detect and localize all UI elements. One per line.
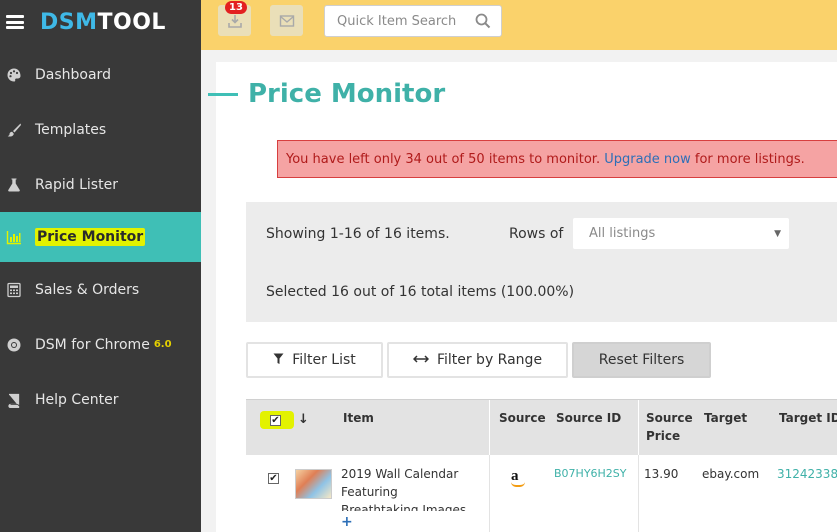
- amazon-smile-icon: [511, 482, 525, 487]
- rows-of-label: Rows of: [509, 226, 564, 242]
- select-all-checkbox[interactable]: ✔: [270, 415, 281, 426]
- expand-plus-icon[interactable]: +: [341, 514, 353, 530]
- quick-item-search[interactable]: [324, 5, 502, 37]
- sidebar-item-label: Templates: [35, 121, 107, 138]
- sidebar: DSMTOOL Dashboard Templates Rapid Lister: [0, 0, 201, 532]
- filter-list-label: Filter List: [292, 352, 356, 368]
- source-id-link[interactable]: B07HY6H2SY: [554, 465, 627, 483]
- filter-by-range-button[interactable]: Filter by Range: [387, 342, 568, 378]
- upgrade-now-link[interactable]: Upgrade now: [604, 152, 691, 167]
- reset-filters-button[interactable]: Reset Filters: [572, 342, 711, 378]
- chrome-icon: [6, 337, 22, 353]
- sidebar-item-sales-orders[interactable]: Sales & Orders: [0, 262, 201, 317]
- page-title-row: Price Monitor: [208, 79, 445, 109]
- sort-arrow-icon[interactable]: ↓: [298, 411, 309, 429]
- hamburger-menu-icon[interactable]: [6, 15, 24, 29]
- filter-icon: [273, 353, 284, 368]
- reset-filters-label: Reset Filters: [598, 352, 685, 368]
- column-divider: [638, 400, 639, 456]
- target-value: ebay.com: [702, 467, 760, 481]
- search-icon[interactable]: [475, 13, 491, 29]
- item-title-line2[interactable]: Featuring: [341, 483, 398, 501]
- sidebar-item-label: DSM for Chrome: [35, 336, 150, 353]
- sidebar-item-label: Help Center: [35, 391, 119, 408]
- logo-part-tool: TOOL: [97, 9, 166, 35]
- download-button[interactable]: 13: [218, 1, 251, 36]
- column-header-source-id[interactable]: Source ID: [556, 409, 621, 427]
- sidebar-item-dsm-for-chrome[interactable]: DSM for Chrome 6.0: [0, 317, 201, 372]
- sidebar-item-label: Rapid Lister: [35, 176, 118, 193]
- item-thumbnail[interactable]: [295, 469, 332, 499]
- bar-chart-icon: [6, 229, 22, 245]
- listing-summary-panel: Showing 1-16 of 16 items. Rows of All li…: [246, 202, 837, 322]
- topbar: 13: [201, 0, 837, 50]
- filter-list-button[interactable]: Filter List: [246, 342, 383, 378]
- column-divider: [489, 400, 490, 456]
- caret-down-icon: ▼: [774, 228, 781, 239]
- envelope-icon: [279, 14, 294, 27]
- sidebar-nav: Dashboard Templates Rapid Lister Price M…: [0, 47, 201, 427]
- sidebar-item-rapid-lister[interactable]: Rapid Lister: [0, 157, 201, 212]
- search-input[interactable]: [337, 13, 475, 29]
- table-row: ✔ 2019 Wall Calendar Featuring Breathtak…: [246, 455, 837, 532]
- column-header-source[interactable]: Source: [499, 409, 546, 427]
- column-header-item[interactable]: Item: [343, 409, 374, 427]
- horizontal-arrows-icon: [412, 353, 429, 367]
- alert-text-before: You have left only 34 out of 50 items to…: [286, 151, 605, 167]
- title-accent-line: [208, 92, 238, 96]
- row-checkbox[interactable]: ✔: [268, 473, 279, 484]
- sidebar-item-label: Sales & Orders: [35, 281, 140, 298]
- rows-of-select-value: All listings: [589, 226, 656, 241]
- sidebar-item-label: Price Monitor: [35, 228, 146, 246]
- brush-icon: [6, 122, 22, 138]
- column-divider: [638, 455, 639, 532]
- item-title-line1[interactable]: 2019 Wall Calendar: [341, 465, 458, 483]
- showing-count-text: Showing 1-16 of 16 items.: [266, 226, 450, 242]
- column-divider: [489, 455, 490, 532]
- page-title: Price Monitor: [248, 79, 446, 109]
- messages-button[interactable]: [270, 5, 303, 36]
- sidebar-item-help-center[interactable]: Help Center: [0, 372, 201, 427]
- version-badge: 6.0: [153, 339, 172, 350]
- logo-bar: DSMTOOL: [0, 0, 201, 44]
- book-icon: [6, 392, 22, 408]
- column-header-source-price-line1[interactable]: Source: [646, 409, 693, 427]
- column-header-target[interactable]: Target: [704, 409, 747, 427]
- alert-text-after: for more listings.: [690, 151, 805, 167]
- upgrade-alert: You have left only 34 out of 50 items to…: [277, 140, 837, 178]
- target-id-link[interactable]: 312423389: [777, 465, 837, 483]
- item-title-line3[interactable]: Breathtaking Images: [341, 501, 466, 511]
- column-header-source-price-line2[interactable]: Price: [646, 427, 680, 445]
- rows-of-select[interactable]: All listings ▼: [573, 218, 789, 249]
- sidebar-item-templates[interactable]: Templates: [0, 102, 201, 157]
- sidebar-item-label: Dashboard: [35, 66, 111, 83]
- column-header-target-id[interactable]: Target ID: [779, 409, 837, 427]
- palette-icon: [6, 67, 22, 83]
- notification-count-badge: 13: [225, 1, 247, 14]
- sidebar-item-dashboard[interactable]: Dashboard: [0, 47, 201, 102]
- table-header: ✔ ↓ Item Source Source ID Source Price T…: [246, 399, 837, 456]
- selected-count-text: Selected 16 out of 16 total items (100.0…: [266, 284, 575, 300]
- calculator-icon: [6, 282, 22, 298]
- sidebar-item-price-monitor[interactable]: Price Monitor: [0, 212, 201, 262]
- app-logo[interactable]: DSMTOOL: [40, 10, 166, 35]
- flask-icon: [6, 177, 22, 193]
- main-content: Price Monitor You have left only 34 out …: [208, 62, 837, 532]
- source-price-value: 13.90: [644, 467, 679, 481]
- download-icon: [227, 14, 242, 28]
- filter-by-range-label: Filter by Range: [436, 352, 543, 368]
- logo-part-dsm: DSM: [40, 9, 98, 35]
